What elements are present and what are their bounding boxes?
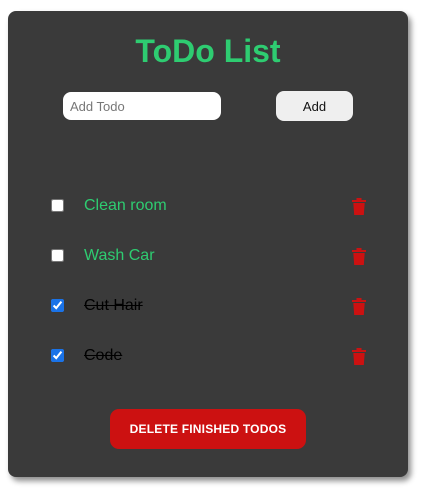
delete-todo-button[interactable] — [352, 196, 370, 216]
todo-text: Wash Car — [84, 247, 155, 264]
todo-list: Clean room Wash Car Cut Hair Code — [8, 181, 408, 381]
todo-text: Clean room — [84, 197, 167, 214]
todo-item: Cut Hair — [8, 281, 408, 331]
trash-icon — [352, 197, 366, 215]
todo-item: Clean room — [8, 181, 408, 231]
trash-icon — [352, 247, 366, 265]
delete-todo-button[interactable] — [352, 346, 370, 366]
todo-item: Wash Car — [8, 231, 408, 281]
delete-todo-button[interactable] — [352, 296, 370, 316]
todo-checkbox[interactable] — [51, 299, 64, 312]
trash-icon — [352, 297, 366, 315]
trash-icon — [352, 347, 366, 365]
todo-text: Cut Hair — [84, 297, 143, 314]
add-button[interactable]: Add — [276, 91, 353, 121]
todo-text: Code — [84, 347, 123, 364]
todo-checkbox[interactable] — [51, 349, 64, 362]
todo-checkbox[interactable] — [51, 249, 64, 262]
todo-checkbox[interactable] — [51, 199, 64, 212]
add-todo-input[interactable] — [63, 92, 221, 120]
todo-item: Code — [8, 331, 408, 381]
delete-finished-todos-button[interactable]: DELETE FINISHED TODOS — [110, 409, 306, 449]
delete-todo-button[interactable] — [352, 246, 370, 266]
page-title: ToDo List — [135, 33, 281, 69]
todo-card: ToDo List Add Clean room Wash Car — [8, 11, 408, 477]
